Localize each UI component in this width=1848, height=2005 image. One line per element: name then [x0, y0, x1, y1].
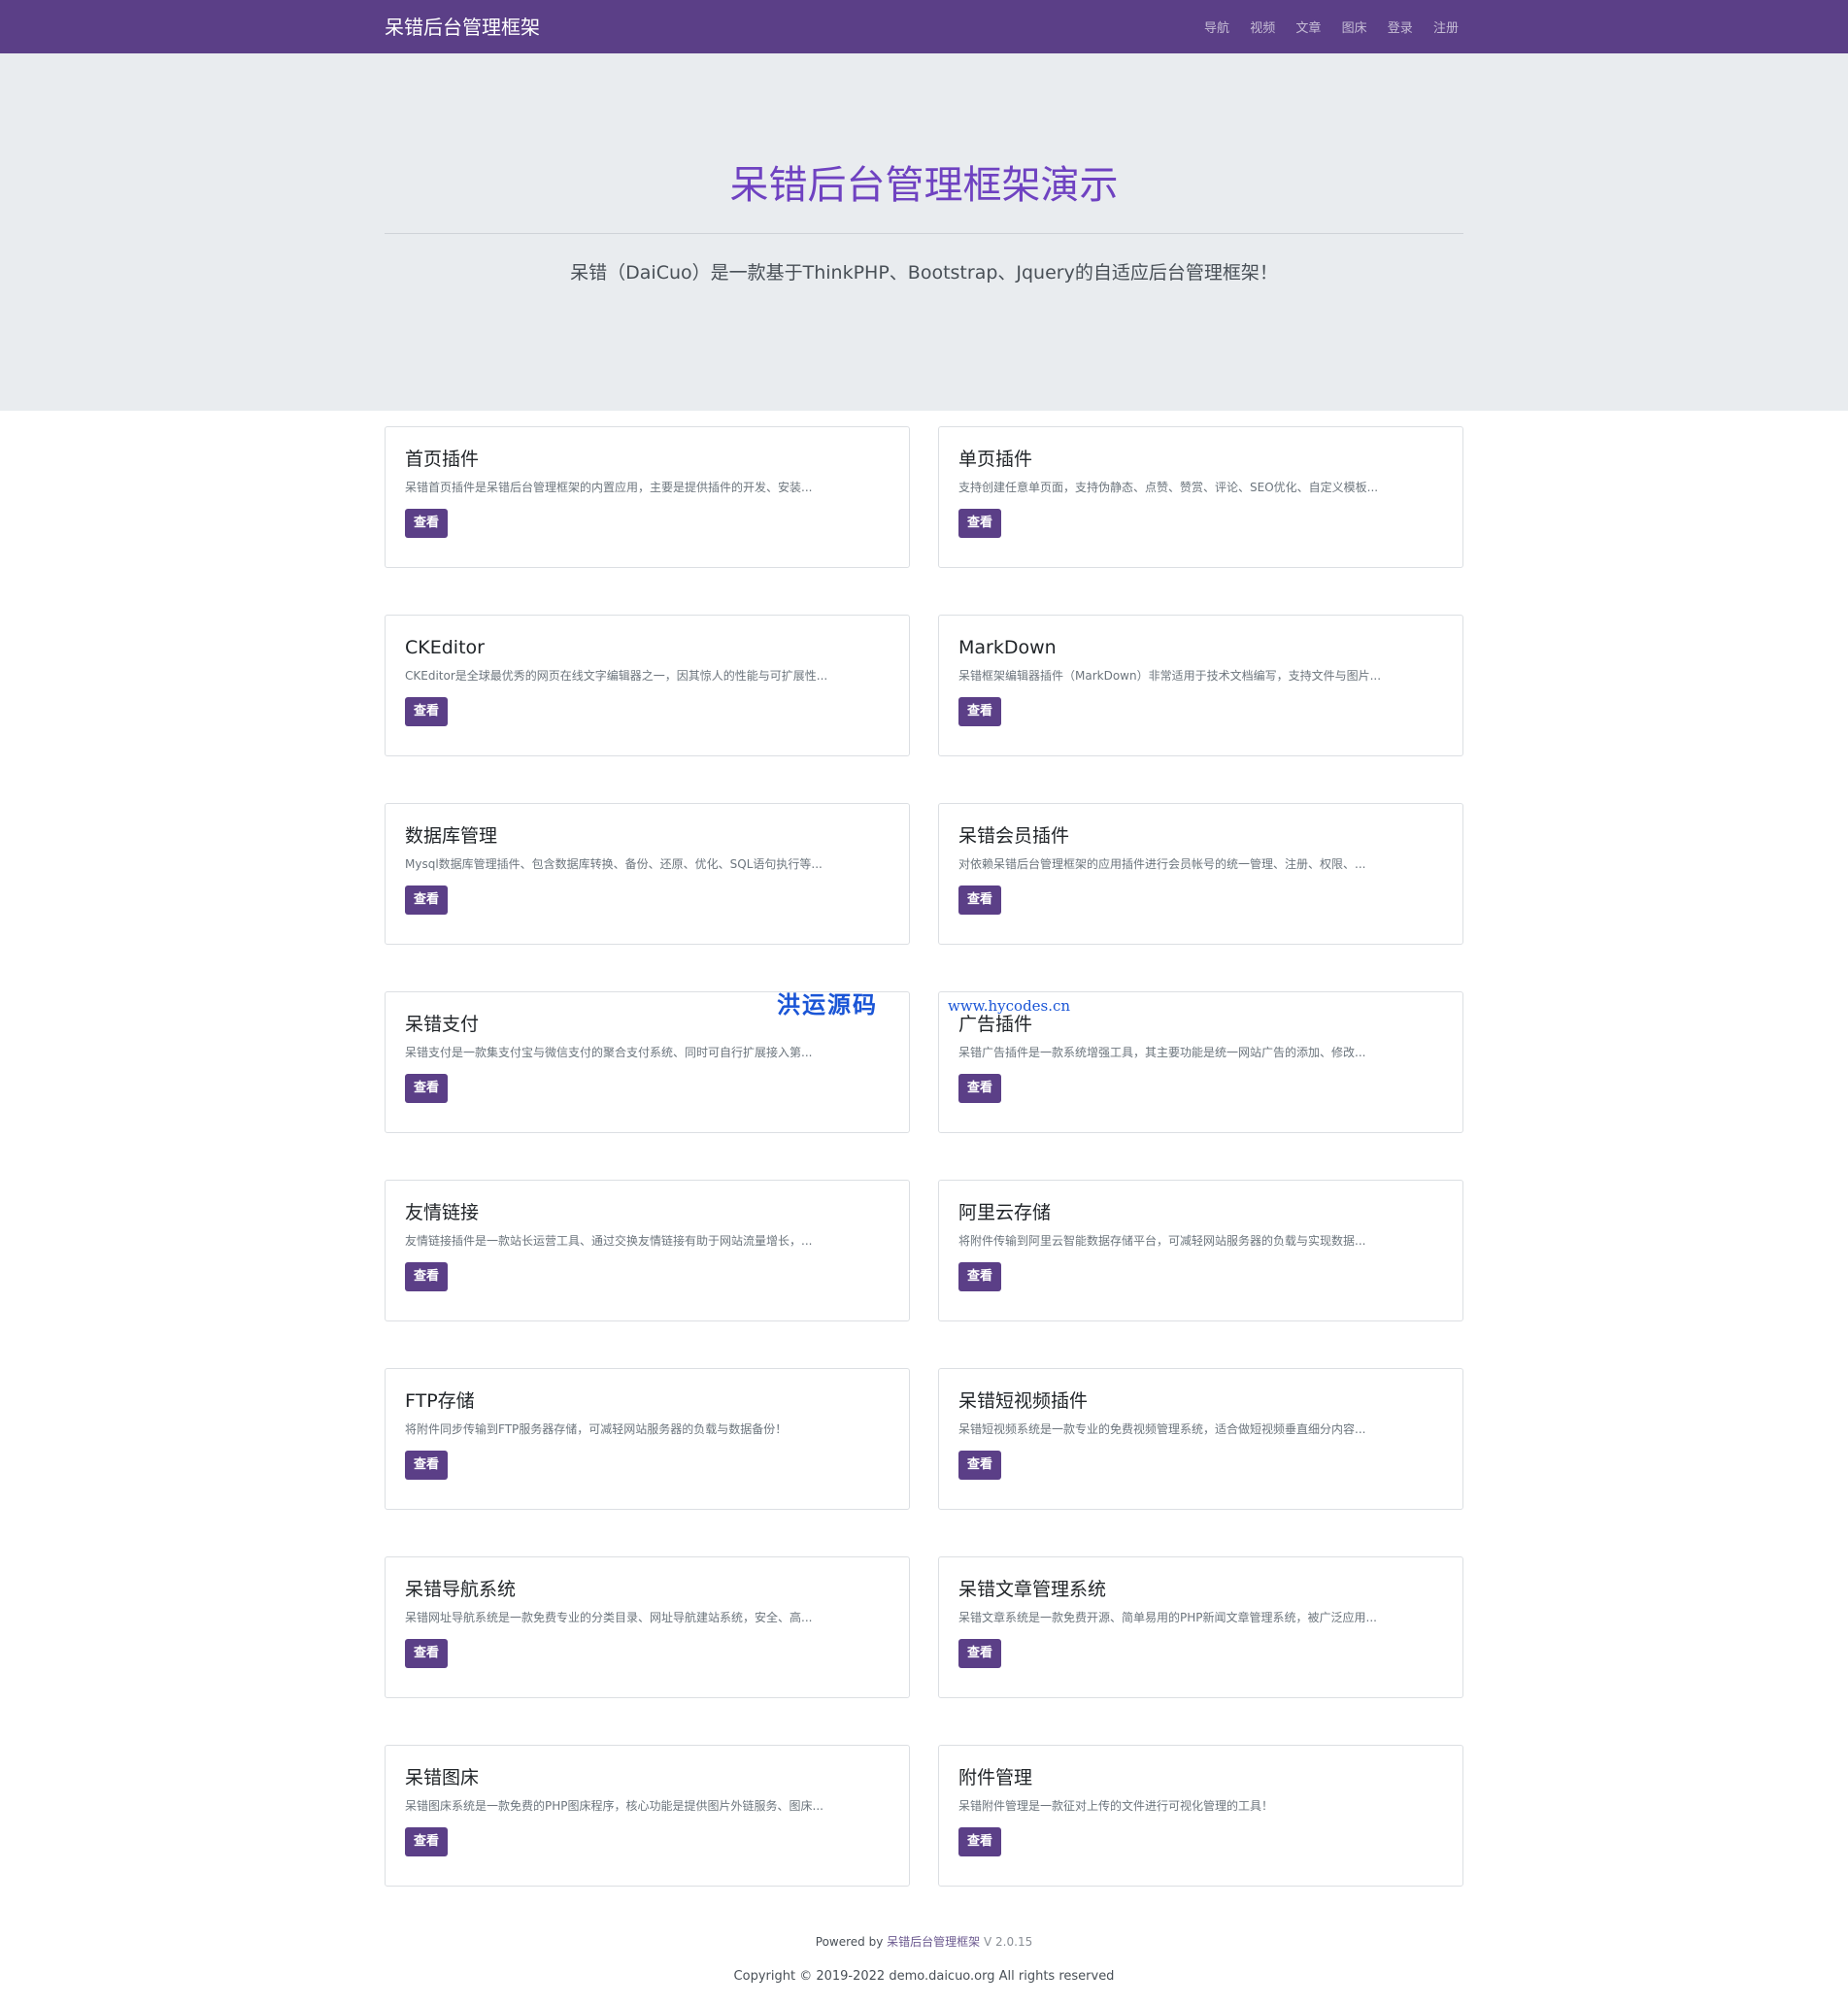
plugin-card: 阿里云存储 将附件传输到阿里云智能数据存储平台，可减轻网站服务器的负载与实现数据…	[938, 1180, 1463, 1321]
nav-link-login[interactable]: 登录	[1388, 17, 1413, 36]
card-title: 呆错图床	[405, 1767, 480, 1788]
view-button[interactable]: 查看	[958, 509, 1002, 538]
nav-link-video[interactable]: 视频	[1250, 17, 1275, 36]
card-description: 呆错广告插件是一款系统增强工具，其主要功能是统一网站广告的添加、修改...	[958, 1046, 1366, 1059]
card-description: 支持创建任意单页面，支持伪静态、点赞、赞赏、评论、SEO优化、自定义模板...	[958, 481, 1379, 494]
plugin-card: 呆错图床 呆错图床系统是一款免费的PHP图床程序，核心功能是提供图片外链服务、图…	[385, 1745, 910, 1887]
card-title: 单页插件	[958, 449, 1033, 470]
plugin-card: 首页插件 呆错首页插件是呆错后台管理框架的内置应用，主要是提供插件的开发、安装.…	[385, 426, 910, 568]
view-button[interactable]: 查看	[958, 1827, 1002, 1856]
view-button[interactable]: 查看	[958, 1639, 1002, 1668]
card-title: 呆错文章管理系统	[958, 1579, 1107, 1600]
card-title: 阿里云存储	[958, 1202, 1052, 1223]
plugin-card: CKEditor CKEditor是全球最优秀的网页在线文字编辑器之一，因其惊人…	[385, 615, 910, 756]
card-title: 呆错导航系统	[405, 1579, 517, 1600]
hero-divider	[385, 233, 1463, 234]
card-description: 呆错文章系统是一款免费开源、简单易用的PHP新闻文章管理系统，被广泛应用...	[958, 1611, 1377, 1624]
powered-link[interactable]: 呆错后台管理框架	[887, 1935, 980, 1949]
view-button[interactable]: 查看	[958, 1074, 1002, 1103]
card-title: 数据库管理	[405, 825, 498, 847]
plugin-card: 呆错短视频插件 呆错短视频系统是一款专业的免费视频管理系统，适合做短视频垂直细分…	[938, 1368, 1463, 1510]
plugin-card: 数据库管理 Mysql数据库管理插件、包含数据库转换、备份、还原、优化、SQL语…	[385, 803, 910, 945]
card-description: CKEditor是全球最优秀的网页在线文字编辑器之一，因其惊人的性能与可扩展性.…	[405, 669, 828, 683]
card-title: FTP存储	[405, 1390, 475, 1412]
plugin-card: 呆错会员插件 对依赖呆错后台管理框架的应用插件进行会员帐号的统一管理、注册、权限…	[938, 803, 1463, 945]
plugin-card: 呆错文章管理系统 呆错文章系统是一款免费开源、简单易用的PHP新闻文章管理系统，…	[938, 1556, 1463, 1698]
plugin-card: FTP存储 将附件同步传输到FTP服务器存储，可减轻网站服务器的负载与数据备份！…	[385, 1368, 910, 1510]
card-title: 首页插件	[405, 449, 480, 470]
plugin-card: 单页插件 支持创建任意单页面，支持伪静态、点赞、赞赏、评论、SEO优化、自定义模…	[938, 426, 1463, 568]
view-button[interactable]: 查看	[405, 697, 449, 726]
nav-links: 导航 视频 文章 图床 登录 注册	[1204, 0, 1459, 53]
view-button[interactable]: 查看	[405, 1262, 449, 1291]
card-description: 呆错图床系统是一款免费的PHP图床程序，核心功能是提供图片外链服务、图床...	[405, 1799, 823, 1813]
hero-jumbotron: 呆错后台管理框架演示 呆错（DaiCuo）是一款基于ThinkPHP、Boots…	[0, 53, 1848, 411]
hero-lead: 呆错（DaiCuo）是一款基于ThinkPHP、Bootstrap、Jquery…	[570, 262, 1278, 284]
nav-link-navigation[interactable]: 导航	[1204, 17, 1229, 36]
nav-link-register[interactable]: 注册	[1433, 17, 1459, 36]
powered-prefix: Powered by	[815, 1935, 884, 1949]
card-description: 呆错短视频系统是一款专业的免费视频管理系统，适合做短视频垂直细分内容...	[958, 1422, 1366, 1436]
card-description: 呆错附件管理是一款征对上传的文件进行可视化管理的工具！	[958, 1799, 1274, 1813]
view-button[interactable]: 查看	[958, 1451, 1002, 1480]
view-button[interactable]: 查看	[958, 697, 1002, 726]
plugin-card: MarkDown 呆错框架编辑器插件（MarkDown）非常适用于技术文档编写，…	[938, 615, 1463, 756]
version-label: V 2.0.15	[984, 1935, 1033, 1949]
plugin-card-grid: 首页插件 呆错首页插件是呆错后台管理框架的内置应用，主要是提供插件的开发、安装.…	[385, 426, 1463, 1887]
nav-link-article[interactable]: 文章	[1295, 17, 1321, 36]
view-button[interactable]: 查看	[958, 1262, 1002, 1291]
card-description: 呆错支付是一款集支付宝与微信支付的聚合支付系统、同时可自行扩展接入第...	[405, 1046, 813, 1059]
plugin-card: 友情链接 友情链接插件是一款站长运营工具、通过交换友情链接有助于网站流量增长，.…	[385, 1180, 910, 1321]
card-description: Mysql数据库管理插件、包含数据库转换、备份、还原、优化、SQL语句执行等..…	[405, 857, 823, 871]
brand-logo[interactable]: 呆错后台管理框架	[385, 14, 540, 41]
plugin-card: 附件管理 呆错附件管理是一款征对上传的文件进行可视化管理的工具！ 查看	[938, 1745, 1463, 1887]
view-button[interactable]: 查看	[405, 1074, 449, 1103]
card-title: 附件管理	[958, 1767, 1033, 1788]
view-button[interactable]: 查看	[405, 1639, 449, 1668]
card-description: 呆错首页插件是呆错后台管理框架的内置应用，主要是提供插件的开发、安装...	[405, 481, 813, 494]
view-button[interactable]: 查看	[405, 886, 449, 915]
card-description: 友情链接插件是一款站长运营工具、通过交换友情链接有助于网站流量增长，...	[405, 1234, 813, 1248]
top-navbar: 呆错后台管理框架 导航 视频 文章 图床 登录 注册	[0, 0, 1848, 53]
watermark-text: 洪运源码	[777, 990, 878, 1019]
card-title: 友情链接	[405, 1202, 480, 1223]
card-description: 呆错网址导航系统是一款免费专业的分类目录、网址导航建站系统，安全、高...	[405, 1611, 813, 1624]
card-description: 将附件同步传输到FTP服务器存储，可减轻网站服务器的负载与数据备份！	[405, 1422, 788, 1436]
footer-powered-by: Powered by 呆错后台管理框架 V 2.0.15	[0, 1933, 1848, 1950]
plugin-card: 呆错导航系统 呆错网址导航系统是一款免费专业的分类目录、网址导航建站系统，安全、…	[385, 1556, 910, 1698]
card-description: 呆错框架编辑器插件（MarkDown）非常适用于技术文档编写，支持文件与图片..…	[958, 669, 1382, 683]
view-button[interactable]: 查看	[405, 1451, 449, 1480]
card-title: CKEditor	[405, 637, 485, 658]
card-title: 呆错会员插件	[958, 825, 1070, 847]
view-button[interactable]: 查看	[958, 886, 1002, 915]
view-button[interactable]: 查看	[405, 1827, 449, 1856]
card-title: 呆错短视频插件	[958, 1390, 1089, 1412]
hero-title: 呆错后台管理框架演示	[729, 163, 1119, 208]
footer-copyright: Copyright © 2019-2022 demo.daicuo.org Al…	[733, 1969, 1115, 1984]
card-description: 将附件传输到阿里云智能数据存储平台，可减轻网站服务器的负载与实现数据...	[958, 1234, 1366, 1248]
card-description: 对依赖呆错后台管理框架的应用插件进行会员帐号的统一管理、注册、权限、...	[958, 857, 1366, 871]
card-title: MarkDown	[958, 637, 1057, 658]
nav-link-image-host[interactable]: 图床	[1342, 17, 1367, 36]
view-button[interactable]: 查看	[405, 509, 449, 538]
card-title: 广告插件	[958, 1014, 1033, 1035]
watermark-url: www.hycodes.cn	[948, 997, 1071, 1015]
